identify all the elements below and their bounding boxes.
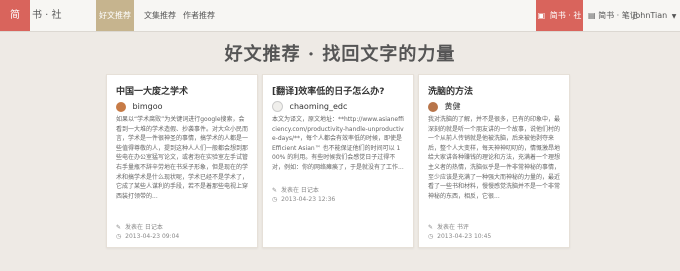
nav-item-featured-articles[interactable]: 好文推荐 bbox=[96, 0, 134, 31]
top-navbar: 简 书 · 社 好文推荐 文集推荐 作者推荐 ▣ 简书 · 社 ▤ 简书 · 笔… bbox=[0, 0, 680, 32]
article-card[interactable]: 洗脑的方法 黄健 我对洗脑的了解，并不是很多，已有的印象中，最深刻的就是听一个朋… bbox=[418, 74, 570, 248]
jianshu-button[interactable]: ▣ 简书 · 社 bbox=[536, 0, 583, 31]
article-date: ◷ 2013-04-23 09:04 bbox=[116, 233, 179, 240]
notes-label: 简书 · 笔记 bbox=[598, 11, 638, 20]
date-text: 2013-04-23 12:36 bbox=[281, 196, 336, 203]
category-text: 发表在 日记本 bbox=[280, 187, 319, 194]
clock-icon: ◷ bbox=[116, 233, 122, 240]
article-category: ✎ 发表在 日记本 bbox=[116, 222, 163, 231]
article-date: ◷ 2013-04-23 10:45 bbox=[428, 233, 491, 240]
category-text: 发表在 日记本 bbox=[124, 224, 163, 231]
article-category: ✎ 发表在 书评 bbox=[428, 222, 469, 231]
logo-mark: 简 bbox=[10, 10, 20, 21]
book-icon: ▣ bbox=[537, 11, 546, 20]
brand-name[interactable]: 书 · 社 bbox=[32, 0, 62, 31]
tag-icon: ✎ bbox=[272, 187, 278, 194]
author-name[interactable]: bimgoo bbox=[133, 102, 163, 111]
chevron-down-icon: ▼ bbox=[671, 13, 677, 20]
notes-link[interactable]: ▤ 简书 · 笔记 bbox=[588, 0, 638, 31]
article-author[interactable]: chaoming_edc bbox=[272, 101, 347, 113]
date-text: 2013-04-23 10:45 bbox=[437, 233, 492, 240]
jianshu-button-label: 简书 · 社 bbox=[549, 11, 582, 20]
article-category: ✎ 发表在 日记本 bbox=[272, 185, 319, 194]
article-author[interactable]: bimgoo bbox=[116, 101, 163, 113]
logo[interactable]: 简 bbox=[0, 0, 30, 31]
avatar[interactable] bbox=[428, 101, 438, 112]
article-title[interactable]: 洗脑的方法 bbox=[428, 84, 560, 97]
notes-icon: ▤ bbox=[588, 11, 596, 20]
article-author[interactable]: 黄健 bbox=[428, 101, 461, 113]
clock-icon: ◷ bbox=[428, 233, 434, 240]
nav-item-featured-collections[interactable]: 文集推荐 bbox=[139, 0, 181, 31]
user-name: JohnTian bbox=[633, 11, 668, 20]
clock-icon: ◷ bbox=[272, 196, 278, 203]
article-title[interactable]: 中国一大废之学术 bbox=[116, 84, 248, 97]
tag-icon: ✎ bbox=[428, 224, 434, 231]
author-name[interactable]: 黄健 bbox=[445, 102, 461, 111]
article-date: ◷ 2013-04-23 12:36 bbox=[272, 196, 335, 203]
user-menu[interactable]: JohnTian ▼ bbox=[633, 0, 676, 31]
page-title: 好文推荐 · 找回文字的力量 bbox=[224, 44, 456, 65]
tag-icon: ✎ bbox=[116, 224, 122, 231]
author-name[interactable]: chaoming_edc bbox=[290, 102, 348, 111]
avatar[interactable] bbox=[272, 101, 283, 112]
article-card[interactable]: [翻译]效率低的日子怎么办? chaoming_edc 本文为译文，原文地址：*… bbox=[262, 74, 414, 248]
nav-item-featured-authors[interactable]: 作者推荐 bbox=[176, 0, 222, 31]
date-text: 2013-04-23 09:04 bbox=[125, 233, 180, 240]
category-text: 发表在 书评 bbox=[436, 224, 469, 231]
article-title[interactable]: [翻译]效率低的日子怎么办? bbox=[272, 84, 404, 97]
article-excerpt: 如果以“学术腐败”为关键词进行google搜索，会看到一大堆的学术造假、抄袭事件… bbox=[116, 116, 248, 200]
article-excerpt: 我对洗脑的了解，并不是很多，已有的印象中，最深刻的就是听一个朋友讲的一个故事，说… bbox=[428, 116, 560, 200]
article-card[interactable]: 中国一大废之学术 bimgoo 如果以“学术腐败”为关键词进行google搜索，… bbox=[106, 74, 258, 248]
avatar[interactable] bbox=[116, 101, 126, 112]
